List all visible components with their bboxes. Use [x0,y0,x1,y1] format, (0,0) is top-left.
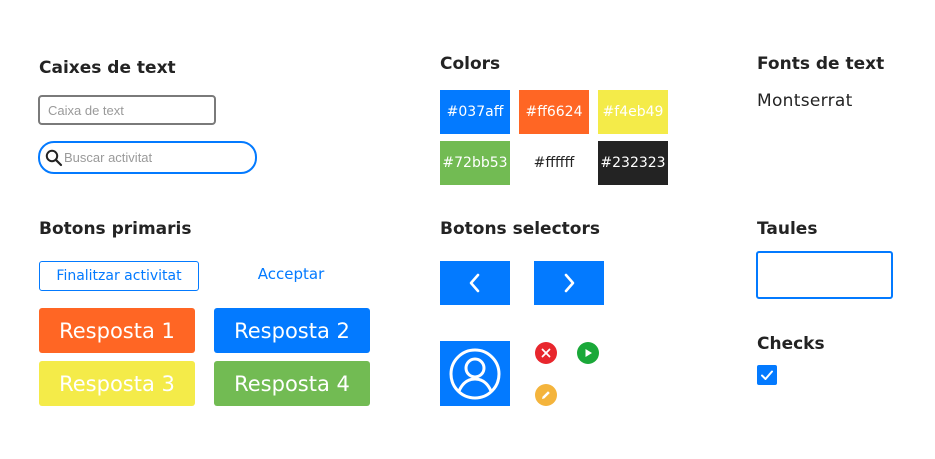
color-swatch-blue: #037aff [440,90,510,134]
finish-activity-button[interactable]: Finalitzar activitat [39,261,199,291]
accept-button[interactable]: Acceptar [232,261,350,287]
font-sample: Montserrat [757,91,853,111]
color-swatch-white: #ffffff [519,141,589,185]
search-box[interactable] [38,141,257,174]
chevron-right-icon [564,273,575,293]
answer-button-1[interactable]: Resposta 1 [39,308,195,353]
close-button[interactable] [535,342,557,364]
table-sample [756,251,893,299]
check-icon [761,370,773,380]
section-title-fonts: Fonts de text [757,54,885,74]
answer-button-2[interactable]: Resposta 2 [214,308,370,353]
answer-button-3[interactable]: Resposta 3 [39,361,195,406]
play-button[interactable] [577,342,599,364]
pencil-icon [542,391,550,399]
section-title-text-boxes: Caixes de text [39,58,176,78]
color-swatch-orange: #ff6624 [519,90,589,134]
section-title-primary-buttons: Botons primaris [39,219,192,239]
section-title-tables: Taules [757,219,818,239]
color-swatch-yellow: #f4eb49 [598,90,668,134]
search-input[interactable] [64,147,249,168]
close-icon [541,348,551,358]
avatar-button[interactable] [440,341,510,406]
previous-button[interactable] [440,261,510,305]
section-title-colors: Colors [440,54,501,74]
user-avatar-icon [449,348,501,399]
next-button[interactable] [534,261,604,305]
section-title-checks: Checks [757,334,825,354]
color-swatch-green: #72bb53 [440,141,510,185]
search-icon [45,149,63,167]
play-icon [585,349,592,357]
color-swatch-black: #232323 [598,141,668,185]
checkbox[interactable] [757,365,777,385]
section-title-selector-buttons: Botons selectors [440,219,600,239]
chevron-left-icon [469,273,480,293]
text-input[interactable] [38,95,216,125]
edit-button[interactable] [535,384,557,406]
answer-button-4[interactable]: Resposta 4 [214,361,370,406]
